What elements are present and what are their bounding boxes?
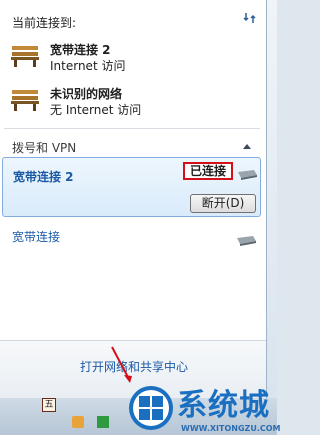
windows-logo-icon (129, 386, 173, 430)
status-badge: 已连接 (183, 162, 233, 180)
bench-network-icon (11, 46, 39, 67)
dialup-item-name: 宽带连接 (12, 230, 61, 244)
connected-to-header: 当前连接到: (12, 16, 77, 30)
window-edge (267, 0, 277, 398)
connection-name: 宽带连接 2 (50, 43, 111, 57)
refresh-icon[interactable] (242, 10, 258, 26)
chevron-up-icon[interactable] (242, 142, 252, 150)
dialup-item-broadband[interactable]: 宽带连接 (2, 226, 261, 252)
green-tray-icon[interactable] (97, 416, 109, 428)
section-divider (4, 128, 260, 129)
connection-name: 未识别的网络 (50, 87, 123, 101)
disconnect-button[interactable]: 断开(D) (190, 194, 256, 213)
connection-access: Internet 访问 (50, 59, 126, 73)
bench-network-icon (11, 90, 39, 111)
connection-item-unidentified[interactable]: 未识别的网络 无 Internet 访问 (10, 84, 250, 118)
modem-icon (237, 236, 256, 246)
folder-tray-icon[interactable] (72, 416, 84, 428)
ime-badge[interactable]: 五 (42, 398, 56, 412)
dialup-item-name: 宽带连接 2 (13, 170, 74, 184)
connection-access: 无 Internet 访问 (50, 103, 142, 117)
modem-icon (238, 170, 257, 180)
watermark-logo: 系统城 WWW.XITONGZU.COM (125, 380, 281, 435)
watermark-url: WWW.XITONGZU.COM (181, 424, 281, 433)
dialup-item-broadband-2[interactable]: 宽带连接 2 已连接 断开(D) (2, 157, 261, 217)
network-flyout: 当前连接到: 宽带连接 2 Internet 访问 未识别的网络 无 Inter… (0, 0, 267, 398)
connection-item-broadband-2[interactable]: 宽带连接 2 Internet 访问 (10, 40, 250, 74)
watermark-brand: 系统城 (177, 388, 270, 423)
dialup-vpn-heading: 拨号和 VPN (12, 141, 77, 155)
